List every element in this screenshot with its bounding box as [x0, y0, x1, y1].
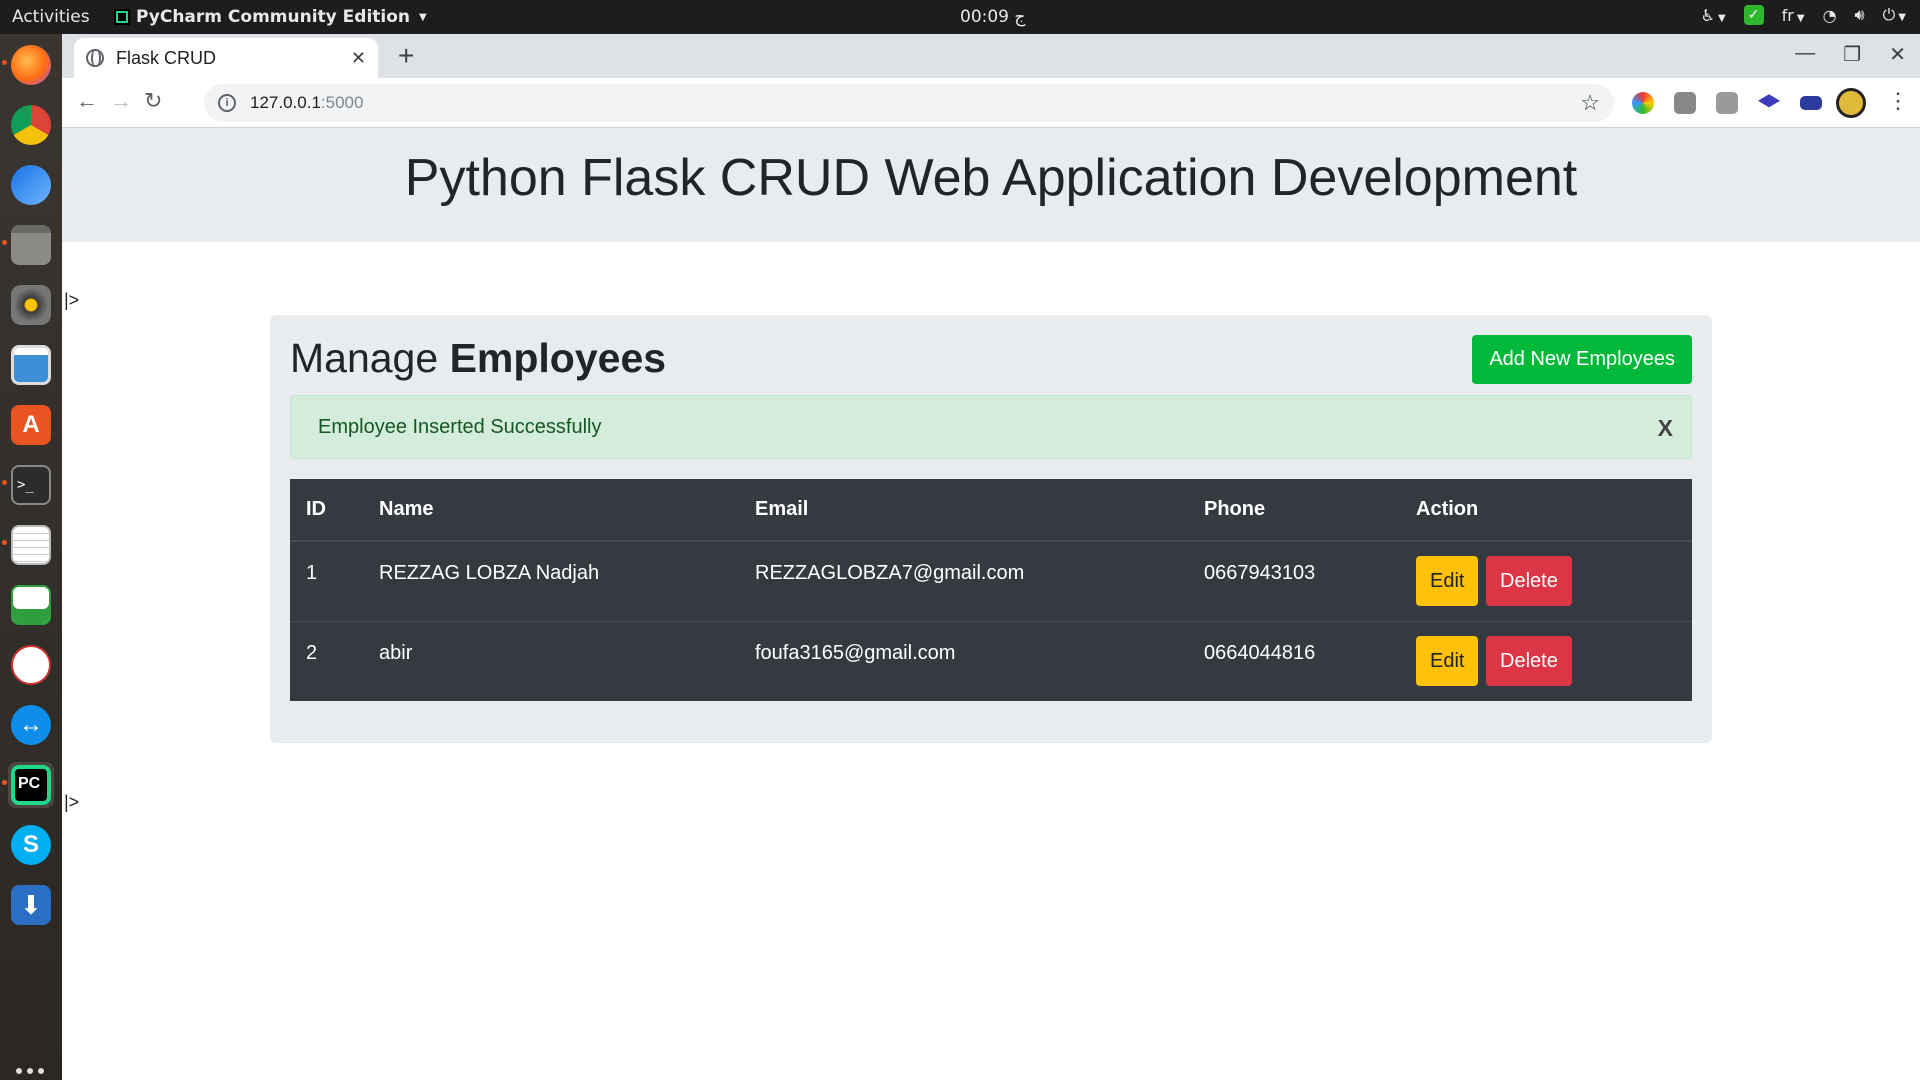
browser-menu-icon[interactable]: ⋮: [1887, 88, 1909, 114]
wifi-icon[interactable]: ◔: [1823, 6, 1837, 25]
delete-button[interactable]: Delete: [1486, 556, 1572, 606]
cell-email: foufa3165@gmail.com: [739, 620, 1188, 701]
pycharm-icon[interactable]: PC: [8, 762, 54, 808]
web-page: Python Flask CRUD Web Application Develo…: [62, 128, 1920, 1080]
tab-close-icon[interactable]: ✕: [351, 48, 366, 69]
add-employee-button[interactable]: Add New Employees: [1472, 335, 1692, 384]
page-title: Python Flask CRUD Web Application Develo…: [404, 149, 1578, 207]
globe-icon: [86, 49, 104, 67]
extension-zip-icon[interactable]: [1800, 96, 1822, 110]
app-menu-label: PyCharm Community Edition: [136, 7, 411, 27]
thunderbird-icon[interactable]: [8, 162, 54, 208]
new-tab-button[interactable]: +: [398, 40, 414, 72]
security-shield-icon[interactable]: ✓: [1743, 5, 1764, 25]
column-header-phone: Phone: [1188, 479, 1400, 542]
edit-button[interactable]: Edit: [1416, 556, 1479, 606]
firefox-icon[interactable]: [8, 42, 54, 88]
cell-phone: 0664044816: [1188, 620, 1400, 701]
extension-color-icon[interactable]: [1632, 92, 1654, 114]
cell-phone: 0667943103: [1188, 540, 1400, 621]
text-editor-icon[interactable]: [8, 522, 54, 568]
alert-message: Employee Inserted Successfully: [318, 416, 602, 438]
forward-icon[interactable]: →: [110, 88, 132, 114]
maximize-icon[interactable]: ❐: [1843, 42, 1861, 67]
window-controls: — ❐ ✕: [1795, 42, 1906, 67]
power-icon[interactable]: ⏻ ▼: [1883, 5, 1906, 25]
column-header-id: ID: [290, 479, 363, 542]
browser-tab[interactable]: Flask CRUD ✕: [74, 38, 378, 78]
table-row: 1 REZZAG LOBZA Nadjah REZZAGLOBZA7@gmail…: [290, 540, 1692, 621]
minimize-icon[interactable]: —: [1795, 42, 1815, 67]
pycharm-small-icon: [114, 9, 130, 25]
url-host: 127.0.0.1: [250, 93, 321, 112]
image-viewer-icon[interactable]: [8, 342, 54, 388]
cell-actions: Edit Delete: [1400, 620, 1692, 701]
keyboard-layout[interactable]: fr ▼: [1782, 6, 1805, 25]
chrome-icon[interactable]: [8, 102, 54, 148]
activities-button[interactable]: Activities: [12, 7, 90, 27]
back-icon[interactable]: ←: [76, 88, 98, 114]
column-header-name: Name: [363, 479, 739, 542]
alert-close-button[interactable]: X: [1658, 415, 1673, 442]
page-header: Python Flask CRUD Web Application Develo…: [62, 128, 1920, 242]
card-title: Manage Employees: [290, 335, 667, 381]
software-center-icon[interactable]: A: [8, 402, 54, 448]
install-icon[interactable]: ⬇: [8, 882, 54, 928]
volume-icon[interactable]: 🔊︎: [1855, 5, 1865, 25]
system-top-bar: Activities PyCharm Community Edition ▼ 0…: [0, 0, 1920, 34]
close-window-icon[interactable]: ✕: [1889, 42, 1906, 67]
stray-text: |>: [64, 792, 80, 812]
clock[interactable]: 00:09 ج: [960, 7, 1025, 27]
column-header-action: Action: [1400, 479, 1692, 542]
extension-android-icon[interactable]: [1716, 92, 1738, 114]
url-port: :5000: [320, 93, 364, 112]
skype-icon[interactable]: S: [8, 822, 54, 868]
cell-name: abir: [363, 620, 739, 701]
delete-button[interactable]: Delete: [1486, 635, 1572, 686]
cell-actions: Edit Delete: [1400, 540, 1692, 621]
stray-text: |>: [64, 290, 80, 310]
reload-icon[interactable]: ↻: [144, 88, 162, 114]
cell-name: REZZAG LOBZA Nadjah: [363, 540, 739, 621]
employees-card: Manage Employees Add New Employees Emplo…: [270, 315, 1712, 743]
extension-graduation-icon[interactable]: [1758, 94, 1780, 108]
system-tray: ♿ ▼ ✓ fr ▼ ◔ 🔊︎ ⏻ ▼: [1701, 5, 1906, 25]
chevron-down-icon: ▼: [419, 11, 427, 23]
rhythmbox-icon[interactable]: [8, 282, 54, 328]
table-row: 2 abir foufa3165@gmail.com 0664044816 Ed…: [290, 620, 1692, 701]
table-header-row: ID Name Email Phone Action: [290, 479, 1692, 542]
info-icon[interactable]: i: [218, 94, 236, 112]
employees-table: ID Name Email Phone Action 1 REZZAG LOBZ…: [290, 479, 1692, 701]
app-menu[interactable]: PyCharm Community Edition ▼: [114, 7, 427, 27]
browser-window: Flask CRUD ✕ + — ❐ ✕ ← → ↻ i 127.0.0.1:5…: [62, 34, 1920, 128]
spreadsheet-icon[interactable]: [8, 582, 54, 628]
edit-button[interactable]: Edit: [1416, 635, 1479, 686]
extension-cube-icon[interactable]: [1674, 92, 1696, 114]
bookmark-star-icon[interactable]: ☆: [1580, 90, 1600, 116]
column-header-email: Email: [739, 479, 1188, 542]
teamviewer-icon[interactable]: ↔: [8, 702, 54, 748]
address-bar[interactable]: i 127.0.0.1:5000 ☆: [204, 84, 1614, 122]
cell-id: 1: [290, 540, 363, 621]
terminal-icon[interactable]: >_: [8, 462, 54, 508]
dock: A >_ ↔ PC S ⬇: [0, 34, 62, 1080]
files-icon[interactable]: [8, 222, 54, 268]
profile-avatar[interactable]: [1836, 88, 1866, 118]
accessibility-icon[interactable]: ♿ ▼: [1701, 6, 1726, 25]
browser-toolbar: ← → ↻ i 127.0.0.1:5000 ☆ ⋮: [62, 78, 1920, 128]
pdf-editor-icon[interactable]: [8, 642, 54, 688]
show-applications-icon[interactable]: [16, 1068, 46, 1080]
cell-id: 2: [290, 620, 363, 701]
cell-email: REZZAGLOBZA7@gmail.com: [739, 540, 1188, 621]
success-alert: Employee Inserted Successfully X: [290, 395, 1692, 459]
tab-title: Flask CRUD: [116, 47, 217, 68]
